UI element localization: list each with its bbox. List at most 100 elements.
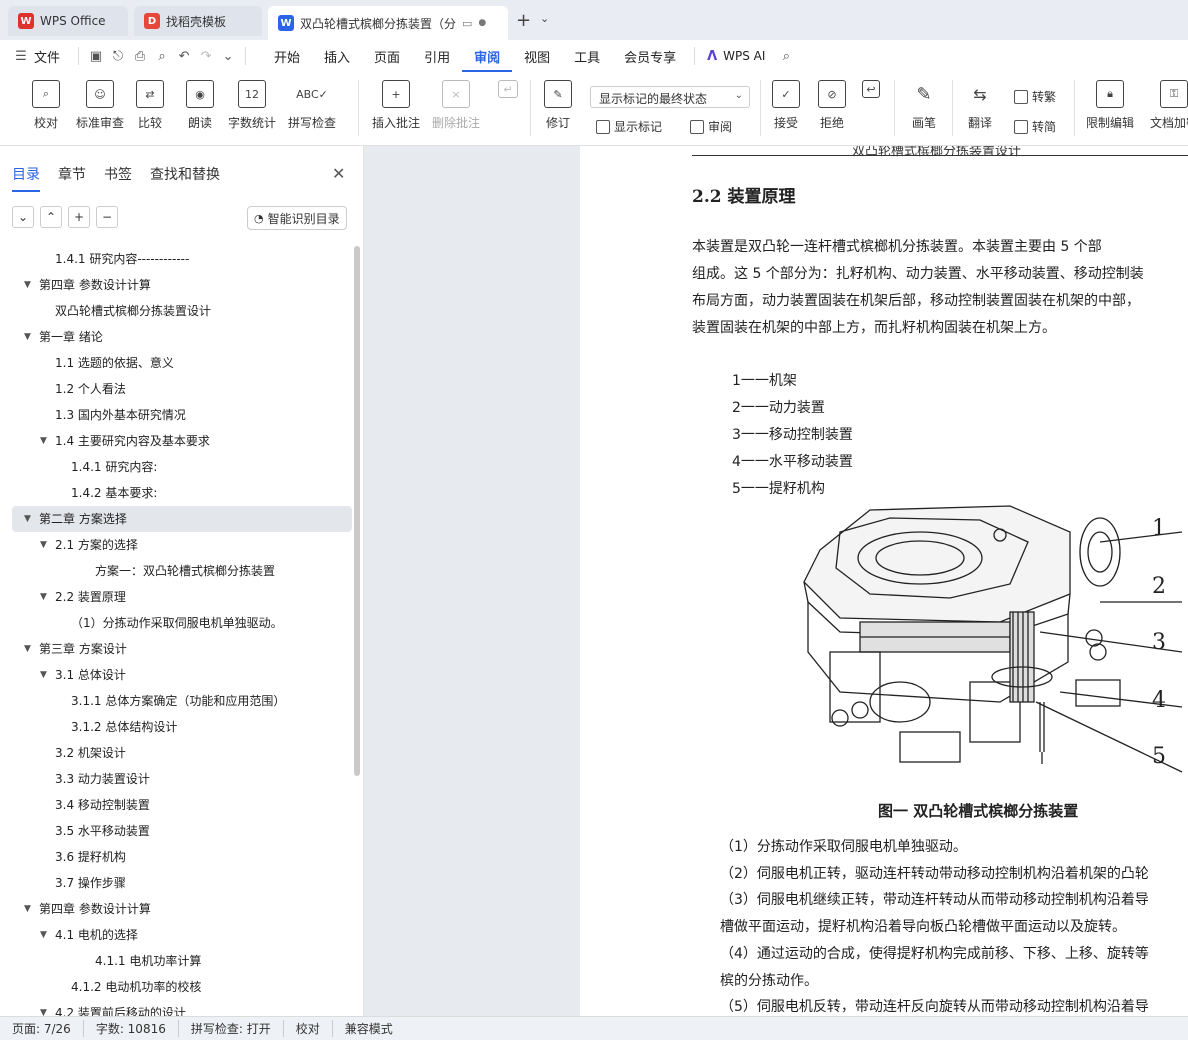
menu-insert[interactable]: 插入 (312, 47, 362, 66)
print-preview-icon[interactable]: ⌕ (151, 46, 173, 66)
expand-icon[interactable]: ⌃ (40, 206, 62, 228)
toc-item[interactable]: ▼ 第四章 参数设计计算 (12, 896, 352, 922)
to-simplified-button[interactable]: 转简 (1014, 118, 1056, 135)
expand-arrow-icon[interactable]: ▼ (40, 584, 47, 610)
more-chevron-icon[interactable]: ⌄ (217, 46, 239, 66)
expand-arrow-icon[interactable]: ▼ (24, 272, 31, 298)
toc-item[interactable]: 3.7 操作步骤 (12, 870, 352, 896)
review-pane-button[interactable]: 审阅 (690, 118, 732, 135)
accept-button[interactable]: ✓ 接受 (772, 80, 800, 131)
delete-comment-button[interactable]: × 删除批注 (432, 80, 480, 131)
collapse-icon[interactable]: ⌄ (12, 206, 34, 228)
expand-arrow-icon[interactable]: ▼ (24, 636, 31, 662)
reject-button[interactable]: ⊘ 拒绝 (818, 80, 846, 131)
toc-item[interactable]: ▼ 3.1 总体设计 (12, 662, 352, 688)
spell-check-button[interactable]: ABC✓ 拼写检查 (288, 80, 336, 131)
toc-item[interactable]: ▼ 第三章 方案设计 (12, 636, 352, 662)
page-indicator[interactable]: 页面: 7/26 (0, 1020, 84, 1037)
search-icon[interactable]: ⌕ (775, 46, 797, 66)
toc-item[interactable]: 方案一：双凸轮槽式槟榔分拣装置 (12, 558, 352, 584)
insert-comment-button[interactable]: + 插入批注 (372, 80, 420, 131)
toc-item[interactable]: ▼ 4.1 电机的选择 (12, 922, 352, 948)
toc-item[interactable]: 3.4 移动控制装置 (12, 792, 352, 818)
toc-item[interactable]: 1.4.1 研究内容------------ (12, 246, 352, 272)
toc-item[interactable]: 4.1.2 电动机功率的校核 (12, 974, 352, 1000)
toc-item[interactable]: 4.1.1 电机功率计算 (12, 948, 352, 974)
pen-button[interactable]: ✎ 画笔 (910, 80, 938, 131)
toc-item[interactable]: ▼ 2.2 装置原理 (12, 584, 352, 610)
chevron-down-icon[interactable]: ⌄ (540, 12, 549, 25)
hamburger-icon[interactable]: ☰ (10, 46, 32, 66)
toc-item[interactable]: 3.1.1 总体方案确定（功能和应用范围） (12, 688, 352, 714)
tab-find-replace[interactable]: 查找和替换 (150, 164, 220, 192)
menu-file[interactable]: 文件 (32, 47, 72, 66)
screen-icon[interactable]: ▭ (462, 17, 472, 30)
tab-wps-office[interactable]: W WPS Office (8, 6, 128, 36)
close-icon[interactable]: ✕ (332, 164, 345, 183)
toc-item[interactable]: 双凸轮槽式槟榔分拣装置设计 (12, 298, 352, 324)
proofread-status[interactable]: 校对 (284, 1020, 333, 1037)
expand-arrow-icon[interactable]: ▼ (40, 428, 47, 454)
toc-item[interactable]: 3.3 动力装置设计 (12, 766, 352, 792)
wps-ai-label[interactable]: WPS AI (723, 49, 765, 63)
save-icon[interactable]: ▣ (85, 46, 107, 66)
to-traditional-button[interactable]: 转繁 (1014, 88, 1056, 105)
redo-icon[interactable]: ↷ (195, 46, 217, 66)
menu-page[interactable]: 页面 (362, 47, 412, 66)
toc-item[interactable]: 1.4.1 研究内容: (12, 454, 352, 480)
menu-view[interactable]: 视图 (512, 47, 562, 66)
spell-check-status[interactable]: 拼写检查: 打开 (179, 1020, 284, 1037)
toc-item[interactable]: ▼ 1.4 主要研究内容及基本要求 (12, 428, 352, 454)
add-icon[interactable]: + (68, 206, 90, 228)
share-icon[interactable]: ⎋ (107, 46, 129, 66)
toc-item[interactable]: 1.2 个人看法 (12, 376, 352, 402)
word-count-indicator[interactable]: 字数: 10816 (84, 1020, 179, 1037)
document-page[interactable]: 双凸轮槽式槟榔分拣装置设计 2.2 装置原理 本装置是双凸轮一连杆槽式槟榔机分拣… (580, 146, 1188, 1016)
document-encrypt-button[interactable]: ⚿文档加密 (1144, 80, 1188, 131)
tab-docer-templates[interactable]: D 找稻壳模板 (134, 6, 262, 36)
menu-tools[interactable]: 工具 (562, 47, 612, 66)
expand-arrow-icon[interactable]: ▼ (24, 896, 31, 922)
toc-item[interactable]: 1.3 国内外基本研究情况 (12, 402, 352, 428)
smart-toc-button[interactable]: ◔ 智能识别目录 (247, 206, 347, 230)
expand-arrow-icon[interactable]: ▼ (40, 922, 47, 948)
word-count-button[interactable]: 12 字数统计 (228, 80, 276, 131)
unsaved-dot-icon[interactable]: ● (478, 18, 486, 28)
translate-button[interactable]: ⇆ 翻译 (966, 80, 994, 131)
toc-item[interactable]: 3.2 机架设计 (12, 740, 352, 766)
expand-arrow-icon[interactable]: ▼ (40, 532, 47, 558)
scrollbar[interactable] (354, 246, 360, 776)
tab-sections[interactable]: 章节 (58, 164, 86, 192)
menu-home[interactable]: 开始 (262, 47, 312, 66)
tab-bookmarks[interactable]: 书签 (104, 164, 132, 192)
toc-item[interactable]: ▼ 2.1 方案的选择 (12, 532, 352, 558)
toc-item[interactable]: ▼ 第一章 绪论 (12, 324, 352, 350)
toc-item[interactable]: 1.4.2 基本要求: (12, 480, 352, 506)
prev-comment-button[interactable]: ↵ (498, 80, 518, 104)
read-aloud-button[interactable]: ◉ 朗读 (186, 80, 214, 131)
revise-button[interactable]: ✎ 修订 (544, 80, 572, 131)
undo-icon[interactable]: ↶ (173, 46, 195, 66)
proofread-button[interactable]: ⌕ 校对 (32, 80, 60, 131)
menu-references[interactable]: 引用 (412, 47, 462, 66)
remove-icon[interactable]: − (96, 206, 118, 228)
print-icon[interactable]: ⎙ (129, 46, 151, 66)
menu-review[interactable]: 审阅 (462, 41, 513, 72)
expand-arrow-icon[interactable]: ▼ (24, 506, 31, 532)
toc-item[interactable]: 3.1.2 总体结构设计 (12, 714, 352, 740)
toc-item[interactable]: （1）分拣动作采取伺服电机单独驱动。 (12, 610, 352, 636)
tab-toc[interactable]: 目录 (12, 164, 40, 192)
tab-current-document[interactable]: W 双凸轮槽式槟榔分拣装置（分 ▭ ● (268, 6, 508, 40)
toc-item[interactable]: 3.5 水平移动装置 (12, 818, 352, 844)
toc-item[interactable]: 1.1 选题的依据、意义 (12, 350, 352, 376)
wps-ai-icon[interactable]: Λ (701, 46, 723, 66)
restrict-edit-button[interactable]: 🔒︎ 限制编辑 (1086, 80, 1134, 131)
next-change-button[interactable]: ↩ (862, 80, 880, 104)
toc-item[interactable]: ▼ 第二章 方案选择 (12, 506, 352, 532)
markup-state-select[interactable]: 显示标记的最终状态 ⌄ (590, 86, 750, 108)
expand-arrow-icon[interactable]: ▼ (40, 662, 47, 688)
new-tab-icon[interactable]: + (516, 10, 531, 31)
menu-member[interactable]: 会员专享 (612, 47, 688, 66)
toc-item[interactable]: 3.6 提籽机构 (12, 844, 352, 870)
standard-review-button[interactable]: ☺ 标准审查 (76, 80, 124, 131)
